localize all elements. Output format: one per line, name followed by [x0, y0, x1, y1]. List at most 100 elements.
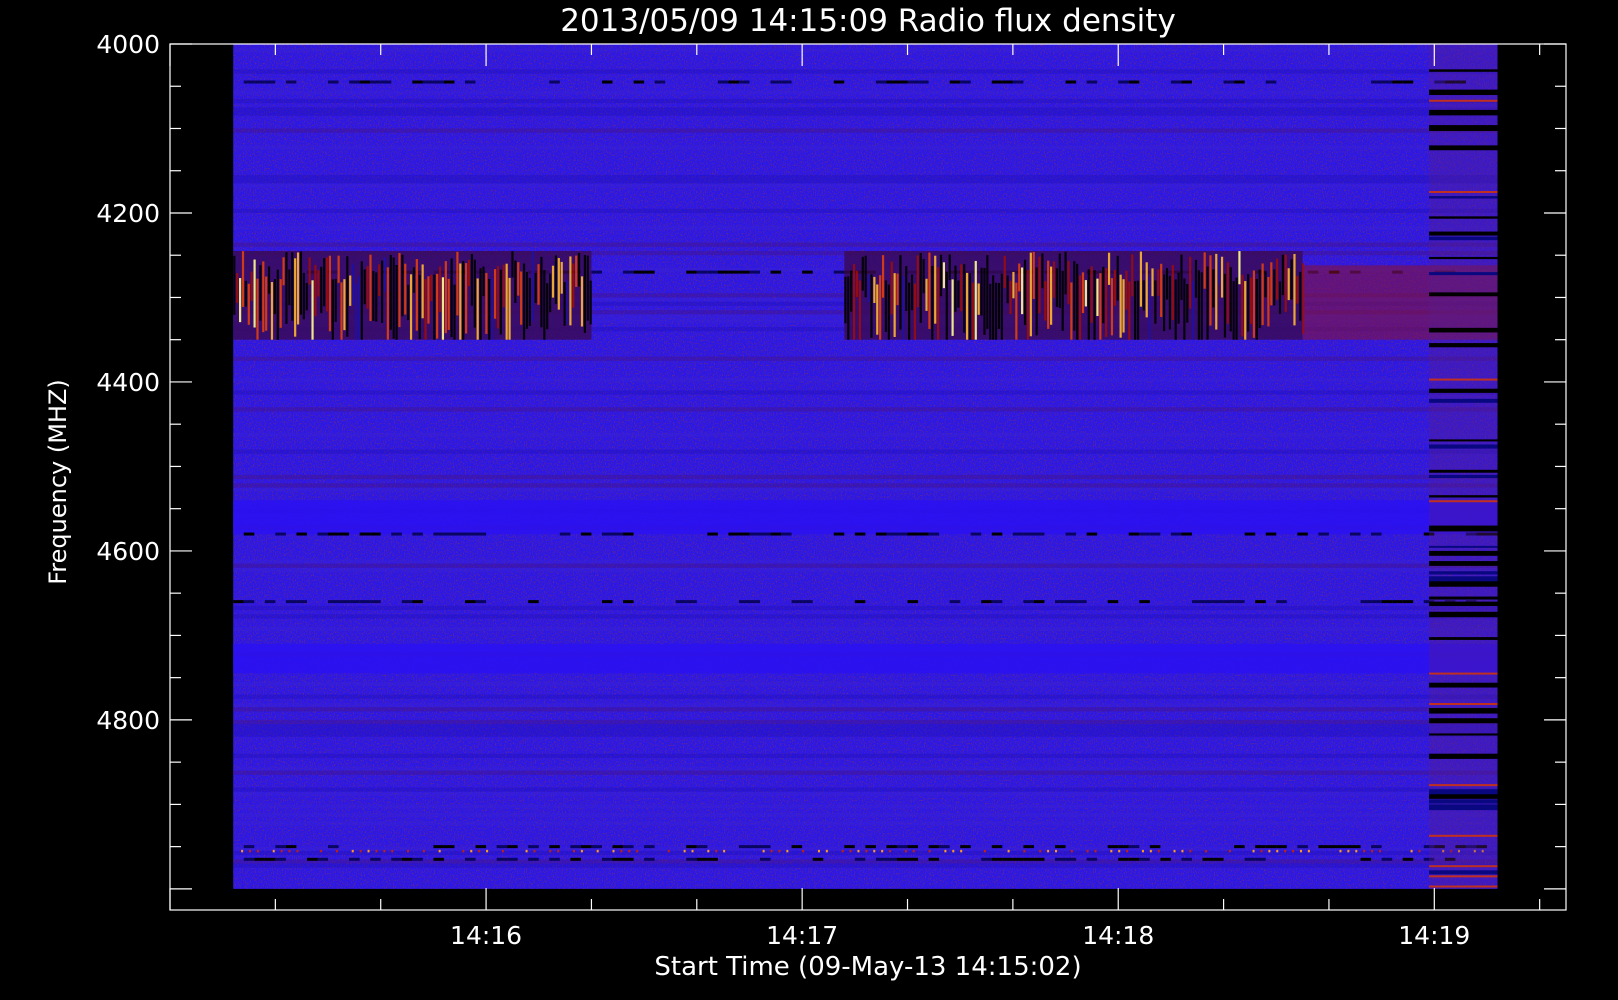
rfi-segment [1234, 600, 1245, 604]
rfi-segment [1033, 600, 1045, 604]
rfi-segment [738, 600, 750, 604]
rfi-segment [623, 270, 634, 274]
rfi-segment [1213, 857, 1224, 861]
burst-streak [1264, 271, 1267, 298]
edge-band-line [1429, 469, 1498, 473]
rfi-segment [1202, 600, 1214, 604]
burst-streak [560, 261, 563, 294]
rfi-segment [233, 600, 244, 604]
burst-streak [1299, 271, 1302, 321]
burst-streak [977, 283, 980, 315]
y-tick-label: 4000 [96, 30, 160, 59]
rfi-speckle [1023, 849, 1026, 853]
rfi-segment [349, 80, 360, 84]
burst-streak [1197, 270, 1200, 340]
rfi-segment [401, 600, 413, 604]
edge-band-line [1429, 69, 1498, 72]
channel-stripe [233, 432, 1498, 437]
rfi-segment [412, 600, 423, 604]
burst-streak [1035, 267, 1038, 336]
burst-streak [1209, 255, 1212, 326]
channel-stripe [233, 128, 1498, 133]
rfi-speckle [1284, 849, 1287, 853]
burst-streak [323, 258, 326, 307]
burst-streak [270, 282, 274, 340]
rfi-speckle [1292, 849, 1295, 853]
channel-stripe [233, 728, 1498, 733]
burst-streak [444, 261, 447, 334]
rfi-speckle [983, 849, 986, 853]
rfi-segment [1339, 845, 1351, 849]
burst-streak [496, 266, 500, 329]
rfi-segment [865, 845, 876, 849]
burst-streak [908, 282, 911, 340]
rfi-speckle [280, 849, 283, 853]
rfi-segment [1223, 600, 1235, 604]
rfi-segment [1255, 857, 1266, 861]
edge-band-line [1429, 708, 1498, 714]
edge-band-line [1429, 875, 1498, 878]
rfi-segment [854, 532, 866, 536]
rfi-segment [1086, 857, 1098, 861]
rfi-speckle [707, 849, 710, 853]
rfi-segment [644, 270, 655, 274]
burst-streak [1128, 281, 1131, 340]
y-tick-label: 4800 [96, 706, 160, 735]
burst-streak [1191, 280, 1195, 340]
burst-streak [1050, 266, 1053, 325]
burst-streak [1293, 253, 1296, 326]
edge-band-line [1429, 733, 1498, 736]
burst-streak [467, 259, 471, 287]
rfi-segment [1128, 80, 1140, 84]
channel-stripe [233, 483, 1498, 488]
burst-streak [1047, 260, 1050, 329]
rfi-segment [1318, 532, 1329, 536]
burst-streak [1018, 263, 1021, 292]
rfi-segment [1086, 80, 1098, 84]
rfi-speckle [533, 849, 536, 853]
burst-streak [372, 270, 375, 321]
rfi-segment [907, 600, 919, 604]
rfi-speckle [407, 849, 410, 853]
burst-streak [951, 279, 954, 336]
channel-stripe [233, 407, 1498, 412]
burst-streak [421, 264, 424, 319]
burst-streak [1006, 275, 1009, 304]
rfi-segment [1265, 532, 1277, 536]
burst-streak [427, 276, 430, 324]
rfi-segment [391, 532, 402, 536]
rfi-segment [928, 845, 940, 849]
rfi-segment [1402, 600, 1414, 604]
channel-stripe [233, 48, 1498, 53]
rfi-segment [623, 845, 634, 849]
burst-streak [276, 269, 279, 340]
burst-streak [531, 251, 534, 322]
burst-streak [916, 255, 919, 308]
burst-streak [537, 264, 540, 305]
rfi-segment [1012, 80, 1024, 84]
burst-streak [850, 270, 853, 312]
rfi-segment [1065, 532, 1077, 536]
rfi-segment [1055, 845, 1066, 849]
edge-band-line [1429, 703, 1498, 706]
rfi-segment [896, 532, 908, 536]
burst-streak [910, 274, 914, 311]
rfi-segment [928, 857, 940, 861]
burst-streak [549, 273, 552, 313]
burst-streak [482, 266, 485, 297]
burst-streak [1247, 274, 1250, 332]
rfi-segment [886, 80, 897, 84]
edge-band-line [1429, 753, 1498, 759]
burst-streak [1284, 254, 1287, 312]
burst-streak [279, 279, 282, 328]
edge-band-line [1429, 231, 1498, 236]
rfi-segment [1244, 532, 1256, 536]
burst-streak [1125, 270, 1128, 310]
burst-streak [1226, 262, 1229, 324]
rfi-segment [580, 532, 592, 536]
burst-streak [259, 265, 262, 321]
rfi-segment [1360, 857, 1372, 861]
rfi-segment [728, 270, 739, 274]
burst-streak [1096, 278, 1099, 317]
rfi-segment [528, 600, 539, 604]
